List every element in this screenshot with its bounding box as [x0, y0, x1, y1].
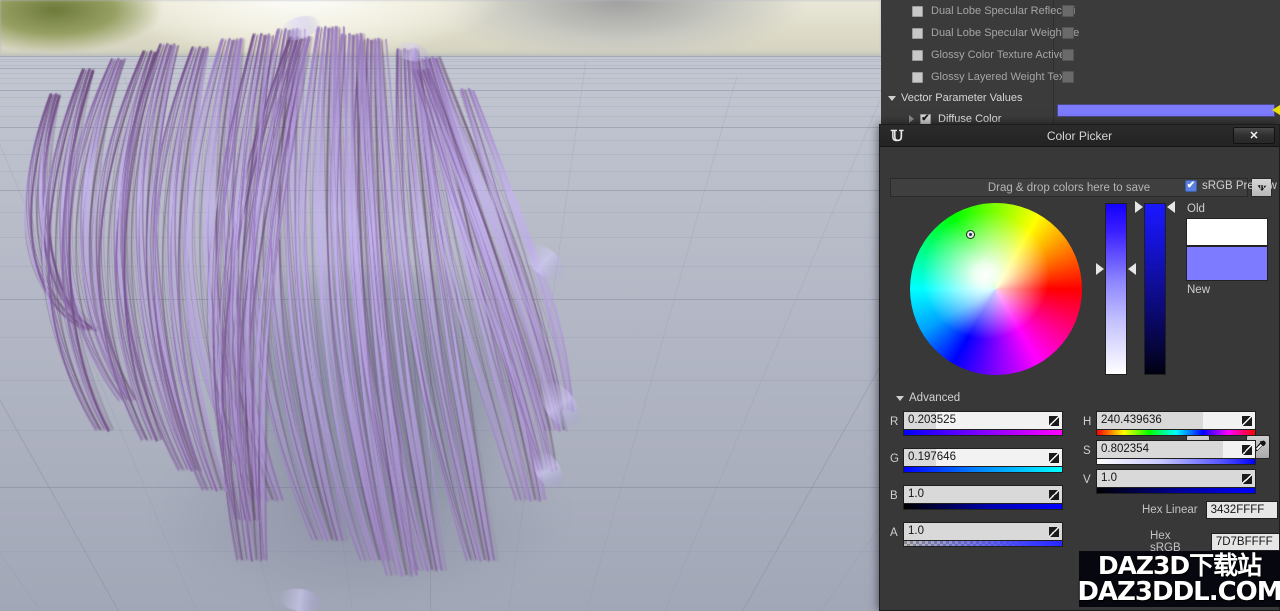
slider-input-s[interactable]: 0.802354 [1096, 440, 1256, 459]
hex-linear-input[interactable]: 3432FFFF [1205, 501, 1278, 519]
row-label: Dual Lobe Specular Weight Te [931, 27, 1080, 39]
color-wheel-gradient[interactable] [910, 203, 1082, 375]
slider-label-h: H [1083, 416, 1092, 428]
color-wheel-cursor[interactable] [967, 231, 974, 238]
spinner-icon[interactable] [1242, 474, 1252, 484]
slider-row-v[interactable]: V 1.0 [1083, 469, 1256, 494]
row-value-checkbox[interactable] [1062, 27, 1074, 39]
value-slider-marker-left[interactable] [1135, 201, 1143, 213]
slider-label-s: S [1083, 445, 1091, 457]
slider-gradient-b[interactable] [903, 504, 1063, 510]
pointer-arrow-icon [1272, 105, 1280, 115]
slider-gradient-r[interactable] [903, 430, 1063, 436]
row-checkbox[interactable] [912, 5, 923, 17]
spinner-icon[interactable] [1049, 453, 1059, 463]
details-row[interactable]: Glossy Color Texture Active [881, 44, 1280, 66]
slider-value-h: 240.439636 [1101, 414, 1162, 426]
slider-input-h[interactable]: 240.439636 [1096, 411, 1256, 430]
row-label: Glossy Layered Weight Textu [931, 71, 1074, 83]
spinner-icon[interactable] [1049, 527, 1059, 537]
color-picker-titlebar[interactable]: 𝕌 Color Picker ✕ [880, 125, 1279, 147]
value-slider-marker-right[interactable] [1167, 201, 1175, 213]
row-checkbox[interactable] [912, 71, 923, 83]
details-row[interactable]: Dual Lobe Specular Weight Te [881, 22, 1280, 44]
new-color-label: New [1187, 284, 1211, 296]
app-root: Dual Lobe Specular Reflectivi Dual Lobe S… [0, 0, 1280, 611]
slider-value-s: 0.802354 [1101, 443, 1149, 455]
row-label: Glossy Color Texture Active [931, 49, 1066, 61]
details-rows: Dual Lobe Specular Reflectivi Dual Lobe S… [881, 0, 1280, 88]
slider-gradient-h[interactable] [1096, 430, 1256, 436]
slider-row-r[interactable]: R 0.203525 [890, 411, 1063, 436]
hair-groom-mesh [0, 0, 881, 611]
slider-row-a[interactable]: A 1.0 [890, 522, 1063, 547]
expander-triangle-down-icon[interactable] [888, 95, 896, 101]
details-row[interactable]: Dual Lobe Specular Reflectivi [881, 0, 1280, 22]
slider-row-h[interactable]: H 240.439636 [1083, 411, 1256, 436]
expander-triangle-down-icon[interactable] [896, 395, 904, 401]
slider-row-g[interactable]: G 0.197646 [890, 448, 1063, 473]
slider-value-v: 1.0 [1101, 472, 1117, 484]
color-picker-window[interactable]: 𝕌 Color Picker ✕ Drag & drop colors here… [879, 124, 1280, 611]
diffuse-color-checkbox[interactable]: ✔ [920, 113, 931, 125]
color-picker-title: Color Picker [1046, 128, 1113, 143]
viewport-3d[interactable] [0, 0, 881, 611]
slider-input-r[interactable]: 0.203525 [903, 411, 1063, 430]
row-value-checkbox[interactable] [1062, 49, 1074, 61]
close-button[interactable]: ✕ [1233, 127, 1275, 144]
value-vertical-slider[interactable] [1144, 203, 1166, 375]
slider-gradient-v[interactable] [1096, 488, 1256, 494]
slider-label-g: G [890, 453, 899, 465]
slider-label-r: R [890, 416, 899, 428]
slider-input-g[interactable]: 0.197646 [903, 448, 1063, 467]
watermark-line-2: DAZ3DDL.COM [1077, 577, 1280, 607]
spinner-icon[interactable] [1242, 445, 1252, 455]
advanced-section-header[interactable]: Advanced [896, 392, 960, 404]
slider-label-a: A [890, 527, 898, 539]
saturation-slider-marker-left[interactable] [1096, 263, 1104, 275]
slider-row-b[interactable]: B 1.0 [890, 485, 1063, 510]
row-checkbox[interactable] [912, 49, 923, 61]
saturation-slider-marker-right[interactable] [1128, 263, 1136, 275]
srgb-preview-checkbox[interactable]: ✔ [1185, 180, 1197, 192]
hex-linear-row[interactable]: Hex Linear 3432FFFF [1142, 501, 1278, 519]
slider-row-s[interactable]: S 0.802354 [1083, 440, 1256, 465]
slider-gradient-g[interactable] [903, 467, 1063, 473]
watermark: DAZ3D下载站 DAZ3DDL.COM [1077, 551, 1280, 607]
srgb-preview-toggle[interactable]: ✔ sRGB Preview [1185, 180, 1277, 192]
srgb-preview-label: sRGB Preview [1202, 180, 1277, 192]
diffuse-color-swatch[interactable] [1057, 104, 1275, 117]
row-value-checkbox[interactable] [1062, 71, 1074, 83]
slider-label-v: V [1083, 474, 1091, 486]
hex-srgb-input[interactable]: 7D7BFFFF [1210, 533, 1279, 551]
slider-value-g: 0.197646 [908, 451, 956, 463]
category-label: Vector Parameter Values [901, 92, 1023, 104]
expander-triangle-right-icon[interactable] [909, 115, 914, 123]
slider-value-a: 1.0 [908, 525, 924, 537]
row-value-checkbox[interactable] [1062, 5, 1074, 17]
watermark-line-1: DAZ3D下载站 [1097, 551, 1262, 580]
slider-gradient-a[interactable] [903, 541, 1063, 547]
new-color-swatch[interactable] [1186, 246, 1268, 281]
slider-gradient-s[interactable] [1096, 459, 1256, 465]
slider-label-b: B [890, 490, 898, 502]
advanced-label: Advanced [909, 392, 961, 404]
color-picker-body: Drag & drop colors here to save ✔ sRGB P… [880, 147, 1279, 610]
slider-input-v[interactable]: 1.0 [1096, 469, 1256, 488]
spinner-icon[interactable] [1242, 416, 1252, 426]
color-wheel[interactable] [910, 203, 1082, 375]
slider-value-r: 0.203525 [908, 414, 956, 426]
slider-input-b[interactable]: 1.0 [903, 485, 1063, 504]
saturation-vertical-slider[interactable] [1105, 203, 1127, 375]
hex-linear-label: Hex Linear [1142, 504, 1198, 516]
old-color-swatch[interactable] [1186, 218, 1268, 246]
spinner-icon[interactable] [1049, 416, 1059, 426]
slider-value-b: 1.0 [908, 488, 924, 500]
slider-input-a[interactable]: 1.0 [903, 522, 1063, 541]
old-color-label: Old [1187, 203, 1205, 215]
details-row[interactable]: Glossy Layered Weight Textu [881, 66, 1280, 88]
spinner-icon[interactable] [1049, 490, 1059, 500]
row-label: Dual Lobe Specular Reflectivi [931, 5, 1076, 17]
row-checkbox[interactable] [912, 27, 923, 39]
